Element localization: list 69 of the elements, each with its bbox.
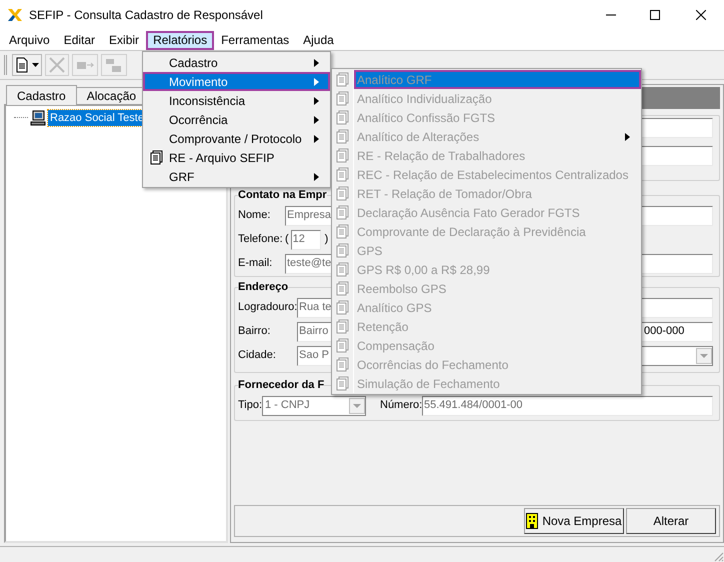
field-label: Tipo: — [238, 398, 262, 414]
menu-item[interactable]: GRF — [143, 167, 330, 186]
maximize-icon — [650, 10, 660, 20]
pages-icon — [336, 262, 350, 277]
group-title: Fornecedor da F — [238, 378, 324, 393]
document-icon — [15, 57, 29, 73]
pages-icon — [336, 72, 350, 87]
tab[interactable]: Cadastro — [6, 85, 77, 105]
toolbar-button[interactable] — [12, 54, 42, 76]
field-label: Nome: — [238, 208, 272, 224]
pages-icon — [150, 150, 164, 165]
pages-icon — [336, 319, 350, 334]
pages-icon — [336, 243, 350, 258]
submenu-arrow-icon — [314, 134, 320, 142]
pages-icon — [336, 357, 350, 372]
pages-icon — [336, 300, 350, 315]
submenu-arrow-icon — [314, 116, 320, 124]
field-label: Cidade: — [238, 348, 277, 364]
menu-item[interactable]: RE - Arquivo SEFIP — [143, 148, 330, 167]
field-label: Logradouro: — [238, 300, 297, 316]
pages-icon — [336, 91, 350, 106]
dropdown-value: 1 - CNPJ — [265, 398, 310, 414]
field-label: Telefone: — [238, 232, 284, 248]
menu-item[interactable]: Ajuda — [296, 30, 341, 50]
computer-icon — [30, 110, 46, 126]
menu-item[interactable]: Arquivo — [2, 30, 57, 50]
field-label: E-mail: — [238, 256, 274, 272]
pages-icon — [336, 129, 350, 144]
delete-icon — [48, 56, 66, 74]
button[interactable]: Alterar — [626, 508, 716, 534]
menu-item[interactable]: Movimento — [143, 72, 330, 91]
pages-icon — [336, 338, 350, 353]
field-label: Número: — [380, 398, 422, 414]
caret-icon — [32, 63, 39, 67]
menu-item[interactable]: Cadastro — [143, 53, 330, 72]
pages-icon — [336, 281, 350, 296]
submenu-arrow-icon — [314, 96, 320, 104]
submenu-arrow-icon — [314, 78, 320, 86]
pages-icon — [336, 205, 350, 220]
submenu-arrow-icon — [314, 58, 320, 66]
bracket-text: ( — [285, 232, 289, 248]
menu-item[interactable]: Comprovante / Protocolo — [143, 129, 330, 148]
menu-item[interactable]: Editar — [56, 30, 102, 50]
group-title: Endereço — [238, 280, 288, 295]
button[interactable]: Nova Empresa — [524, 508, 624, 534]
menu-item[interactable]: Ocorrência — [143, 110, 330, 129]
submenu-arrow-icon — [625, 132, 631, 140]
bracket-text: ) — [324, 232, 328, 248]
pages-icon — [336, 167, 350, 182]
pages-icon — [336, 148, 350, 163]
pages-icon — [336, 376, 350, 391]
window-title: SEFIP - Consulta Cadastro de Responsável — [29, 7, 264, 24]
dropdown-field[interactable]: 1 - CNPJ — [262, 396, 366, 416]
close-icon — [696, 10, 706, 20]
menu-item[interactable]: Relatórios — [146, 30, 214, 50]
input-field[interactable]: 12 — [290, 230, 321, 250]
building-icon — [526, 513, 538, 529]
pages-icon — [336, 186, 350, 201]
group-title: Contato na Empr — [238, 188, 327, 203]
menu-item[interactable]: Exibir — [102, 30, 146, 50]
menu-item[interactable]: Ferramentas — [214, 30, 296, 50]
submenu-arrow-icon — [314, 172, 320, 180]
field-label: Bairro: — [238, 324, 272, 340]
app-logo-icon — [7, 7, 23, 23]
copy-icon — [104, 57, 124, 73]
input-field[interactable]: 55.491.484/0001-00 — [422, 396, 713, 416]
resize-grip-icon — [712, 550, 724, 562]
pages-icon — [336, 224, 350, 239]
pages-icon — [336, 110, 350, 125]
